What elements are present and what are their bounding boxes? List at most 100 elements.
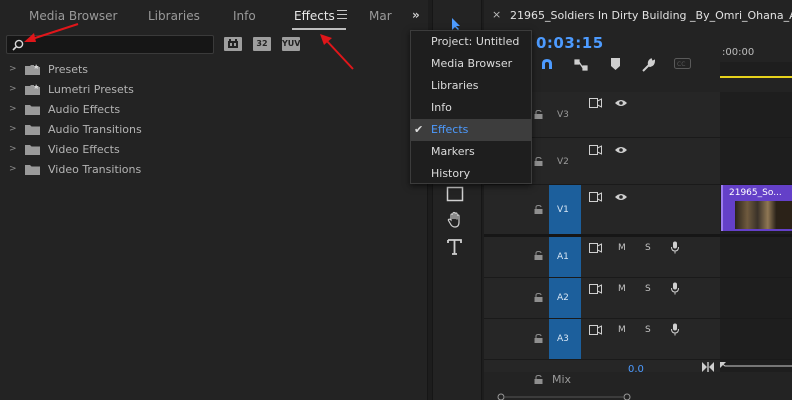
tree-label: Audio Transitions — [48, 123, 142, 136]
expand-arrow-icon[interactable]: > — [9, 124, 17, 134]
tab-overflow-icon[interactable]: » — [412, 8, 420, 22]
voice-over-mic-icon[interactable] — [671, 282, 679, 295]
expand-arrow-icon[interactable]: > — [9, 104, 17, 114]
tree-row-presets[interactable]: > Presets — [0, 60, 426, 80]
work-area-bar[interactable] — [720, 76, 792, 78]
add-marker-icon[interactable] — [611, 58, 620, 70]
panel-menu: Project: Untitled Media Browser Librarie… — [410, 30, 532, 184]
preset-folder-icon — [25, 84, 40, 95]
preset-folder-icon — [25, 64, 40, 75]
snap-magnet-icon[interactable] — [540, 58, 554, 70]
rectangle-tool-icon[interactable] — [446, 186, 464, 206]
checkmark-icon: ✔ — [414, 123, 424, 136]
folder-icon — [25, 145, 40, 155]
track-area[interactable] — [720, 92, 792, 372]
annotation-arrow-menu — [320, 34, 354, 70]
settings-wrench-icon[interactable] — [641, 58, 655, 72]
video-audio-divider — [484, 234, 792, 237]
accelerated-effects-filter-icon[interactable] — [224, 37, 242, 51]
sequence-tab-title[interactable]: 21965_Soldiers In Dirty Building _By_Omr… — [510, 9, 792, 22]
yuv-filter-button[interactable]: YUV — [282, 37, 300, 51]
clip-thumbnail — [776, 201, 792, 229]
expand-arrow-icon[interactable]: > — [9, 64, 17, 74]
menu-item-info[interactable]: Info — [411, 97, 531, 119]
track-lock-icon[interactable] — [534, 334, 543, 343]
solo-button[interactable]: S — [645, 325, 651, 335]
tree-label: Presets — [48, 63, 89, 76]
track-label-v1[interactable]: V1 — [557, 205, 569, 215]
tree-label: Video Transitions — [48, 163, 142, 176]
track-label-a2[interactable]: A2 — [557, 293, 569, 303]
menu-item-effects[interactable]: ✔ Effects — [411, 119, 531, 141]
track-divider — [484, 359, 792, 360]
mix-volume-value[interactable]: 0.0 — [628, 364, 644, 375]
linked-selection-icon[interactable] — [574, 58, 588, 72]
close-sequence-icon[interactable]: × — [492, 8, 501, 21]
tree-row-lumetri-presets[interactable]: > Lumetri Presets — [0, 80, 426, 100]
annotation-arrow-search — [24, 23, 79, 42]
tree-row-video-effects[interactable]: > Video Effects — [0, 140, 426, 160]
toggle-sync-lock-icon[interactable] — [589, 243, 602, 253]
32bit-filter-button[interactable]: 32 — [253, 37, 271, 51]
tab-media-browser[interactable]: Media Browser — [29, 9, 117, 23]
track-label-v3[interactable]: V3 — [557, 110, 569, 120]
track-lock-icon[interactable] — [534, 375, 543, 384]
mute-button[interactable]: M — [618, 325, 626, 335]
track-label-v2[interactable]: V2 — [557, 157, 569, 167]
captions-icon[interactable]: CC — [674, 58, 691, 69]
toggle-sync-lock-icon[interactable] — [589, 284, 602, 294]
tree-row-video-transitions[interactable]: > Video Transitions — [0, 160, 426, 180]
hand-tool-icon[interactable] — [446, 211, 464, 233]
track-lock-icon[interactable] — [534, 110, 543, 119]
expand-arrow-icon[interactable]: > — [9, 164, 17, 174]
tab-effects[interactable]: Effects — [294, 9, 335, 23]
toggle-output-eye-icon[interactable] — [615, 146, 627, 154]
folder-icon — [25, 165, 40, 175]
solo-button[interactable]: S — [645, 284, 651, 294]
menu-item-history[interactable]: History — [411, 163, 531, 185]
track-label-a3[interactable]: A3 — [557, 334, 569, 344]
menu-item-project[interactable]: Project: Untitled — [411, 31, 531, 53]
expand-arrow-icon[interactable]: > — [9, 144, 17, 154]
track-divider — [484, 318, 792, 319]
track-lock-icon[interactable] — [534, 293, 543, 302]
panel-menu-icon[interactable] — [337, 10, 347, 19]
toggle-sync-lock-icon[interactable] — [589, 145, 602, 155]
playhead-timecode[interactable]: 0:03:15 — [536, 34, 604, 52]
toggle-sync-lock-icon[interactable] — [589, 98, 602, 108]
voice-over-mic-icon[interactable] — [671, 323, 679, 336]
active-tab-indicator — [292, 28, 346, 30]
time-ruler[interactable] — [720, 62, 792, 76]
go-to-end-icon[interactable] — [702, 362, 714, 372]
tab-markers[interactable]: Mar — [369, 9, 392, 23]
folder-icon — [25, 125, 40, 135]
tree-row-audio-transitions[interactable]: > Audio Transitions — [0, 120, 426, 140]
toggle-sync-lock-icon[interactable] — [589, 192, 602, 202]
audio-waveform-icon — [720, 362, 792, 368]
type-tool-icon[interactable] — [446, 238, 464, 260]
effects-panel: Media Browser Libraries Info Effects Mar… — [0, 0, 428, 400]
clip-thumbnail — [735, 201, 776, 229]
selection-tool-icon[interactable] — [446, 18, 466, 30]
voice-over-mic-icon[interactable] — [671, 241, 679, 254]
solo-button[interactable]: S — [645, 243, 651, 253]
tree-row-audio-effects[interactable]: > Audio Effects — [0, 100, 426, 120]
menu-item-media-browser[interactable]: Media Browser — [411, 53, 531, 75]
mute-button[interactable]: M — [618, 284, 626, 294]
ruler-time-label: :00:00 — [722, 47, 755, 58]
track-lock-icon[interactable] — [534, 205, 543, 214]
menu-item-libraries[interactable]: Libraries — [411, 75, 531, 97]
mix-track-label: Mix — [552, 373, 572, 386]
tab-libraries[interactable]: Libraries — [148, 9, 200, 23]
tab-info[interactable]: Info — [233, 9, 256, 23]
expand-arrow-icon[interactable]: > — [9, 84, 17, 94]
toggle-sync-lock-icon[interactable] — [589, 325, 602, 335]
mute-button[interactable]: M — [618, 243, 626, 253]
menu-item-markers[interactable]: Markers — [411, 141, 531, 163]
toggle-output-eye-icon[interactable] — [615, 99, 627, 107]
track-lock-icon[interactable] — [534, 251, 543, 260]
track-label-a1[interactable]: A1 — [557, 252, 569, 262]
zoom-scrollbar[interactable] — [497, 393, 637, 400]
track-lock-icon[interactable] — [534, 157, 543, 166]
toggle-output-eye-icon[interactable] — [615, 193, 627, 201]
